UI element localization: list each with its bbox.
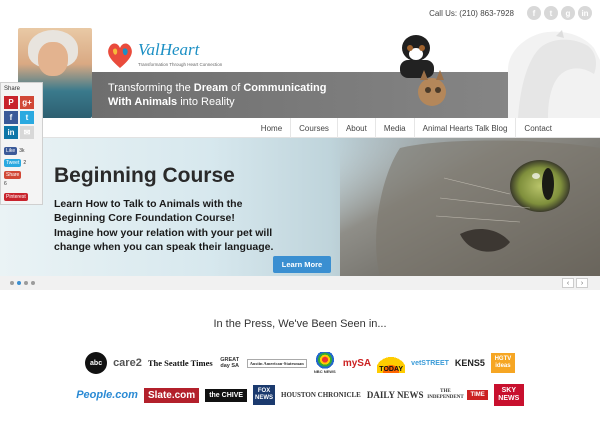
- twitter-icon[interactable]: t: [544, 6, 558, 20]
- nav-about[interactable]: About: [336, 118, 375, 138]
- press-logo-daily-news: DAILY NEWS: [366, 390, 424, 400]
- slider-dot-2[interactable]: [17, 281, 21, 285]
- press-logo-chive: the CHIVE: [205, 388, 248, 402]
- press-logo-slate: Slate.com: [143, 387, 200, 403]
- press-logo-fox-news: FOX NEWS: [253, 385, 276, 405]
- facebook-icon[interactable]: f: [527, 6, 541, 20]
- google-share-counter[interactable]: Share: [4, 171, 22, 179]
- press-logo-hgtv: HGTV ideas: [490, 353, 515, 373]
- press-logo-mysa: mySA: [342, 357, 372, 369]
- share-sidebar: Share P g+ f t in ✉ Like 3k Tweet 2 Shar…: [0, 82, 43, 205]
- slider-dot-4[interactable]: [31, 281, 35, 285]
- heart-logo-icon: [108, 43, 132, 68]
- pinterest-icon[interactable]: P: [4, 96, 18, 109]
- press-logo-nbc-news: NBC NEWS: [312, 352, 337, 374]
- hero-title: Beginning Course: [54, 164, 235, 187]
- social-links: f t g in: [527, 6, 592, 20]
- slider-arrows: ‹ ›: [562, 278, 588, 288]
- site-header: ValHeart Transformation Through Heart Co…: [0, 28, 600, 118]
- linkedin-icon[interactable]: in: [4, 126, 18, 139]
- share-title: Share: [4, 86, 21, 92]
- main-nav: Home Courses About Media Animal Hearts T…: [0, 118, 600, 138]
- linkedin-icon[interactable]: in: [578, 6, 592, 20]
- press-logo-great-day-sa: GREAT day SA: [220, 357, 240, 369]
- nav-contact[interactable]: Contact: [515, 118, 560, 138]
- nav-media[interactable]: Media: [374, 118, 414, 138]
- tweet-counter[interactable]: Tweet 2: [4, 159, 26, 167]
- hero-subtitle-line-3: Imagine how your relation with your pet …: [54, 227, 273, 239]
- press-logo-time: TIME: [467, 390, 488, 400]
- press-logo-sky-news: SKY NEWS: [493, 384, 524, 406]
- banner-line-2: With Animals into Reality: [108, 96, 235, 108]
- logo-name: ValHeart: [138, 40, 200, 59]
- call-us-phone[interactable]: Call Us: (210) 863-7928: [429, 9, 514, 18]
- pinterest-button[interactable]: Pinterest: [4, 193, 28, 201]
- facebook-icon[interactable]: f: [4, 111, 18, 124]
- press-logos-row-2: People.com Slate.com the CHIVE FOX NEWS …: [0, 384, 600, 406]
- site-logo[interactable]: ValHeart Transformation Through Heart Co…: [104, 40, 224, 72]
- press-heading: In the Press, We've Been Seen in...: [213, 318, 387, 330]
- animals-image: [400, 30, 600, 118]
- google-share-count: 6: [4, 181, 7, 187]
- logo-tagline: Transformation Through Heart Connection: [138, 62, 223, 67]
- slider-controls: ‹ ›: [0, 276, 600, 290]
- twitter-icon[interactable]: t: [20, 111, 34, 124]
- press-logos-row-1: abc care2 The Seattle Times GREAT day SA…: [0, 352, 600, 374]
- hero-subtitle-line-2: Beginning Core Foundation Course!: [54, 212, 235, 224]
- press-logo-care2: care2: [113, 357, 142, 369]
- google-plus-icon[interactable]: g: [561, 6, 575, 20]
- top-bar: Call Us: (210) 863-7928 f t g in: [0, 0, 600, 28]
- hero-slide: Beginning Course Learn How to Talk to An…: [0, 138, 600, 276]
- hero-subtitle-line-1: Learn How to Talk to Animals with the: [54, 198, 243, 210]
- press-logo-seattle-times: The Seattle Times: [147, 358, 213, 368]
- hero-subtitle-line-4: change when you can speak their language…: [54, 241, 274, 253]
- press-logo-vetstreet: vetSTREET: [411, 359, 449, 367]
- fb-like-counter[interactable]: Like 3k: [4, 147, 24, 155]
- prev-arrow-icon[interactable]: ‹: [562, 278, 574, 288]
- press-logo-kens5: KENS5: [454, 358, 485, 368]
- slider-dot-1[interactable]: [10, 281, 14, 285]
- press-logo-abc: abc: [85, 352, 108, 374]
- learn-more-button[interactable]: Learn More: [273, 256, 331, 273]
- press-logo-houston-chronicle: HOUSTON CHRONICLE: [281, 391, 361, 399]
- share-buttons: P g+ f t in ✉: [4, 96, 36, 139]
- next-arrow-icon[interactable]: ›: [576, 278, 588, 288]
- slider-dot-3[interactable]: [24, 281, 28, 285]
- nav-home[interactable]: Home: [253, 118, 290, 138]
- banner-line-1: Transforming the Dream of Communicating: [108, 82, 327, 94]
- email-icon[interactable]: ✉: [20, 126, 34, 139]
- slider-dots: [10, 281, 35, 285]
- cat-closeup-image: [340, 138, 600, 276]
- google-plus-icon[interactable]: g+: [20, 96, 34, 109]
- press-logo-today: TODAY: [377, 353, 406, 373]
- press-logo-independent: THE INDEPENDENT: [427, 389, 464, 400]
- nav-courses[interactable]: Courses: [290, 118, 337, 138]
- page: Call Us: (210) 863-7928 f t g in ValHear…: [0, 0, 600, 433]
- press-logo-people: People.com: [76, 389, 138, 401]
- press-logo-austin-statesman: Austin American-Statesman: [246, 358, 307, 368]
- nav-blog[interactable]: Animal Hearts Talk Blog: [413, 118, 516, 138]
